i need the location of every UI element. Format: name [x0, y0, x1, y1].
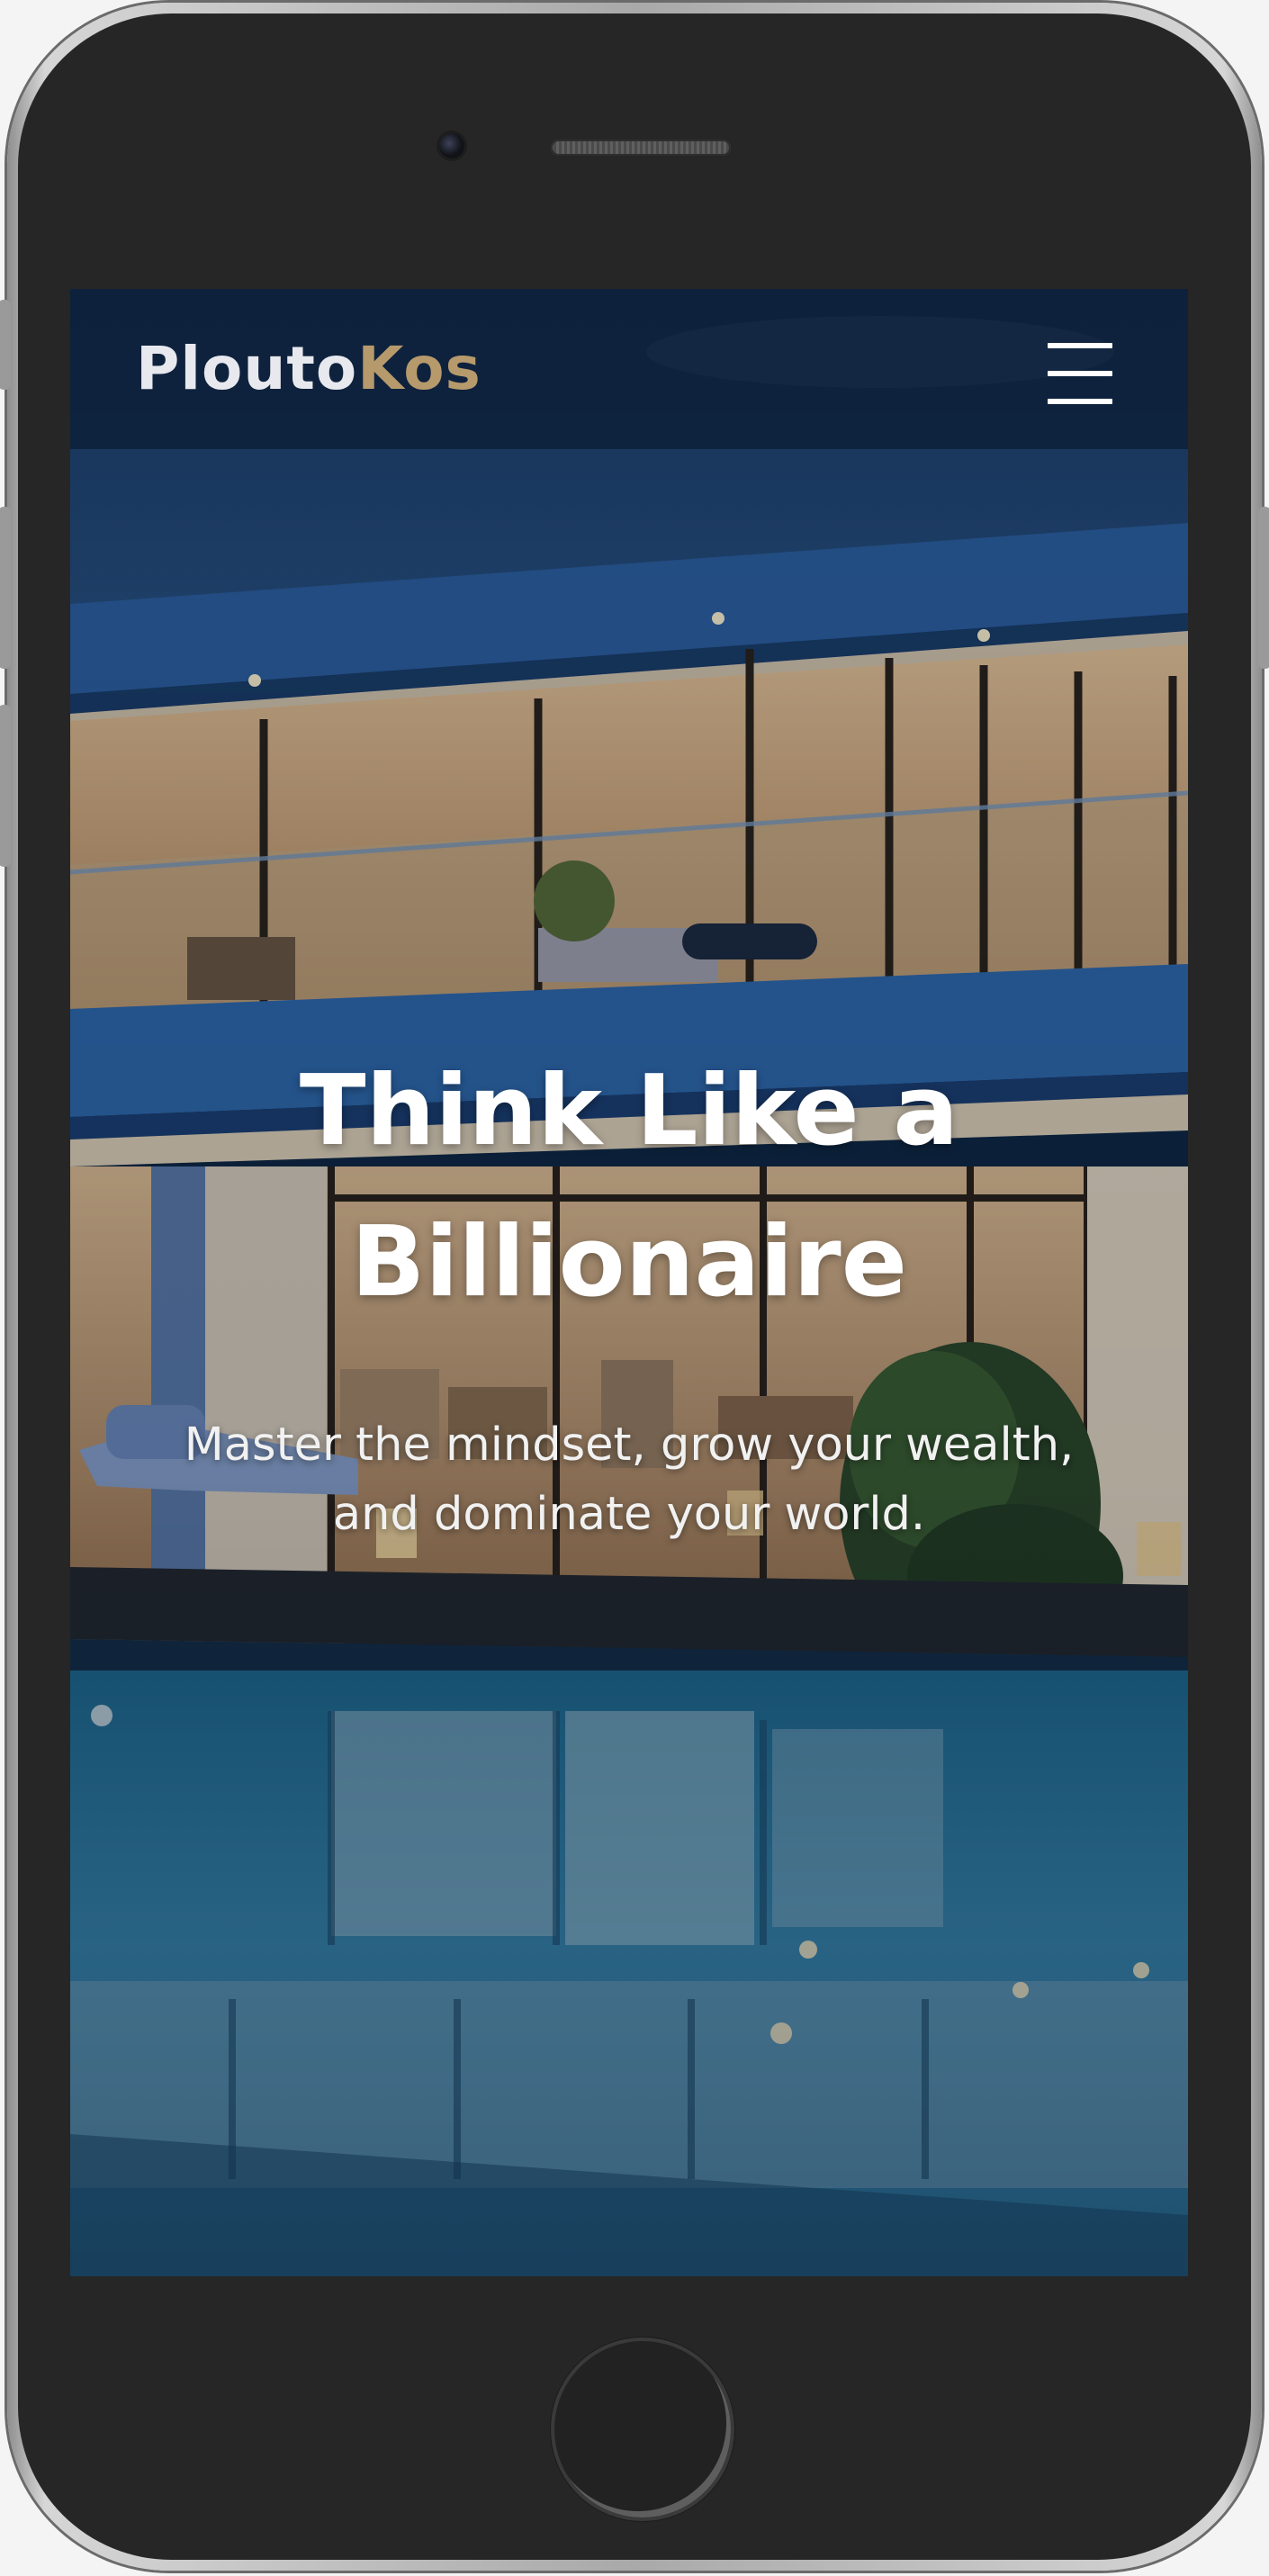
- hamburger-menu-icon[interactable]: [1048, 343, 1112, 406]
- menu-bar-top: [1048, 343, 1112, 348]
- menu-bar-middle: [1048, 371, 1112, 376]
- menu-bar-bottom: [1048, 399, 1112, 404]
- hero-title: Think Like a Billionaire: [299, 1055, 959, 1319]
- brand-logo-part2: Kos: [357, 334, 482, 403]
- home-button[interactable]: [551, 2337, 734, 2521]
- volume-down-button: [0, 705, 11, 867]
- brand-logo-part1: Plouto: [136, 334, 358, 403]
- power-button: [1258, 507, 1269, 669]
- front-camera: [439, 133, 464, 158]
- mute-switch: [0, 300, 11, 390]
- brand-logo[interactable]: PloutoKos: [136, 339, 482, 399]
- phone-screen: PloutoKos Think Like a Billionaire Maste…: [70, 289, 1188, 2276]
- top-navbar: PloutoKos: [70, 289, 1188, 449]
- volume-up-button: [0, 507, 11, 669]
- earpiece-speaker: [551, 140, 731, 156]
- hero-subtitle: Master the mindset, grow your wealth, an…: [184, 1419, 1075, 1541]
